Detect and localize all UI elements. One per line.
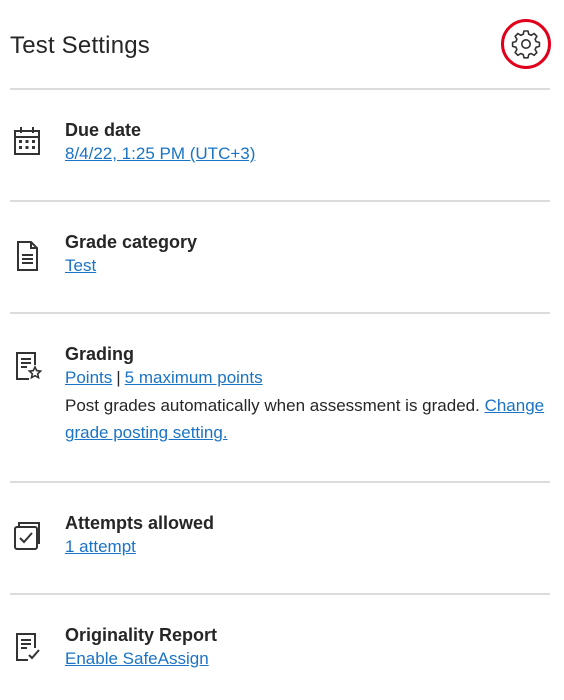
grade-category-link[interactable]: Test [65, 256, 96, 275]
grading-star-icon [16, 352, 42, 380]
grade-category-label: Grade category [65, 232, 198, 252]
attempts-label: Attempts allowed [65, 513, 215, 533]
divider [10, 88, 550, 90]
divider [10, 312, 550, 314]
checklist-icon [16, 633, 40, 661]
settings-button[interactable] [501, 19, 551, 69]
document-icon [17, 241, 38, 271]
due-date-link[interactable]: 8/4/22, 1:25 PM (UTC+3) [65, 144, 255, 163]
grading-label: Grading [65, 344, 135, 364]
max-points-link[interactable]: 5 maximum points [125, 368, 263, 387]
separator: | [116, 368, 121, 387]
test-settings-panel: Test Settings Due date 8/4/22, 1:25 PM (… [0, 0, 564, 700]
grade-posting-text: Post grades automatically when assessmen… [65, 396, 480, 415]
divider [10, 593, 550, 595]
calendar-icon [14, 127, 40, 155]
safeassign-link[interactable]: Enable SafeAssign [65, 649, 209, 668]
due-date-label: Due date [65, 120, 142, 140]
grading-description: Post grades automatically when assessmen… [65, 392, 550, 446]
grading-scheme-link[interactable]: Points [65, 368, 112, 387]
divider [10, 200, 550, 202]
originality-label: Originality Report [65, 625, 218, 645]
attempts-link[interactable]: 1 attempt [65, 537, 136, 556]
divider [10, 481, 550, 483]
panel-title: Test Settings [10, 32, 151, 59]
checkbox-icon [14, 522, 40, 550]
panel-header: Test Settings [0, 0, 564, 88]
gear-icon [511, 30, 541, 59]
